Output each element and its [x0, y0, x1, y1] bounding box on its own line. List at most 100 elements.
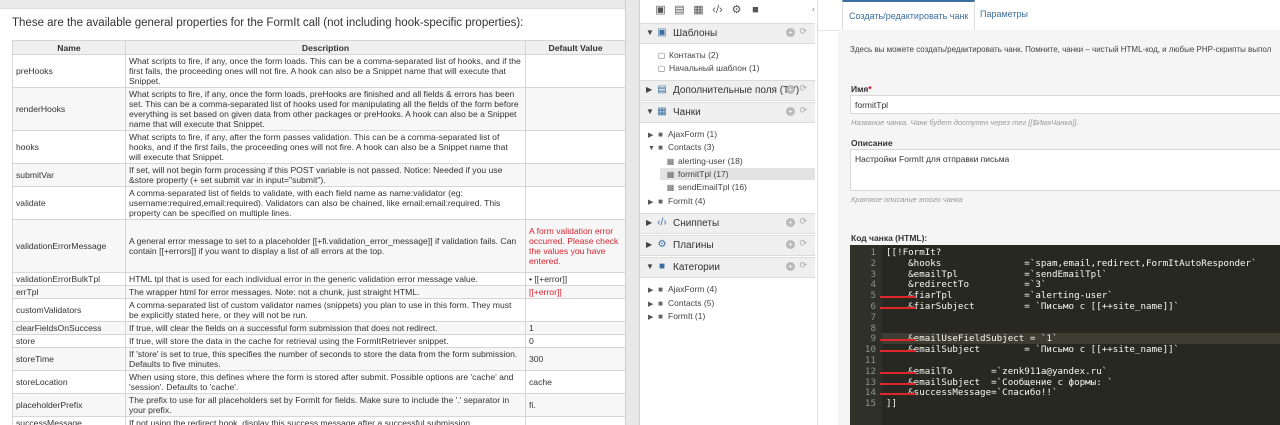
section-chunks[interactable]: ▼ ▦ Чанки + ⟳ [640, 102, 815, 123]
refresh-icon[interactable]: ⟳ [799, 238, 807, 249]
name-input[interactable]: formitTpl [850, 95, 1280, 114]
table-row: errTpl The wrapper html for error message… [12, 285, 625, 299]
red-annotation-mark [880, 371, 916, 374]
code-editor[interactable]: 1 2 3 4 5 6 7 8 9 10 11 12 13 14 15 [[!FormIt? &hooks … [850, 245, 1280, 425]
line-number: 6 [870, 301, 876, 312]
table-header-row: Name Description Default Value [12, 40, 625, 55]
section-categories[interactable]: ▼ ■ Категории + ⟳ [640, 257, 815, 278]
line-number: 5 [870, 290, 876, 302]
property-name: errTpl [12, 285, 126, 299]
template-icon: ▢ [657, 64, 666, 73]
tree-node-category[interactable]: ▶ ■ FormIt (1) [648, 310, 705, 322]
property-default: 300 [525, 347, 625, 371]
refresh-icon[interactable]: ⟳ [799, 260, 807, 271]
tab-edit-chunk[interactable]: Создать/редактировать чанк [842, 0, 976, 32]
template-icon: ▣ [657, 27, 667, 38]
tree-node-chunk[interactable]: ▦ alerting-user (18) [666, 155, 743, 167]
collapsed-arrow-icon: ▶ [648, 287, 654, 294]
line-number: 3 [870, 268, 876, 280]
property-description: A comma-separated list of custom validat… [125, 298, 526, 322]
code-line: &fiarTpl =`alerting-user` [886, 290, 1113, 302]
node-label: Начальный шаблон (1) [669, 63, 760, 73]
table-row: validationErrorBulkTpl HTML tpl that is u… [12, 272, 625, 286]
chunks-icon[interactable]: ▦ [692, 4, 705, 17]
folder-icon[interactable]: ■ [749, 4, 762, 17]
refresh-icon[interactable]: ⟳ [799, 105, 807, 116]
col-header-name: Name [12, 40, 126, 55]
tree-node-template[interactable]: ▢ Контакты (2) [657, 49, 719, 61]
tree-node-category[interactable]: ▶ ■ AjaxForm (4) [648, 283, 717, 295]
property-default: 0 [525, 334, 625, 348]
node-label: FormIt (1) [668, 311, 706, 321]
refresh-icon[interactable]: ⟳ [799, 216, 807, 227]
code-line: &emailSubject = `Письмо с [[++site_name]… [886, 344, 1180, 356]
add-icon[interactable]: + [786, 107, 795, 116]
section-label: Шаблоны [673, 28, 718, 39]
section-snippets[interactable]: ▶ ‹/› Сниппеты + ⟳ [640, 213, 815, 234]
tree-node-template[interactable]: ▢ Начальный шаблон (1) [657, 62, 760, 74]
add-icon[interactable]: + [786, 262, 795, 271]
folder-icon: ■ [658, 285, 663, 294]
tree-toolbar: ▣ ▤ ▦ ‹/› ⚙ ■ [640, 0, 815, 22]
property-description: What scripts to fire, if any, once the f… [125, 54, 526, 88]
tree-node-chunk-selected[interactable]: ▦ formitTpl (17) [660, 168, 815, 180]
table-row: placeholderPrefix The prefix to use for a… [12, 393, 625, 417]
collapsed-arrow-icon: ▶ [648, 314, 654, 321]
section-label: Сниппеты [673, 218, 720, 229]
property-name: validationErrorBulkTpl [12, 272, 126, 286]
tree-node-category[interactable]: ▼ ■ Contacts (3) [648, 141, 714, 153]
line-number: 9 [870, 333, 876, 345]
gears-icon[interactable]: ⚙ [730, 4, 743, 17]
property-name: validate [12, 186, 126, 220]
folder-icon: ■ [658, 130, 663, 139]
section-tv[interactable]: ▶ ▤ Дополнительные поля (TV) + ⟳ [640, 80, 815, 101]
code-icon[interactable]: ‹/› [711, 4, 724, 17]
add-icon[interactable]: + [786, 28, 795, 37]
add-icon[interactable]: + [786, 85, 795, 94]
panel-splitter[interactable] [625, 0, 640, 425]
section-plugins[interactable]: ▶ ⚙ Плагины + ⟳ [640, 235, 815, 256]
tree-node-category[interactable]: ▶ ■ FormIt (4) [648, 195, 705, 207]
section-templates[interactable]: ▼ ▣ Шаблоны + ⟳ [640, 23, 815, 44]
tree-node-category[interactable]: ▶ ■ Contacts (5) [648, 297, 714, 309]
template-icon[interactable]: ▣ [654, 4, 667, 17]
refresh-icon[interactable]: ⟳ [799, 83, 807, 94]
node-label: alerting-user (18) [678, 156, 743, 166]
expanded-arrow-icon: ▼ [646, 107, 654, 116]
col-header-default: Default Value [525, 40, 625, 55]
line-number: 2 [870, 257, 876, 269]
code-line: &fiarSubject = `Письмо с [[++site_name]]… [886, 301, 1180, 312]
line-number-gutter: 1 2 3 4 5 6 7 8 9 10 11 12 13 14 15 [850, 245, 882, 425]
add-icon[interactable]: + [786, 218, 795, 227]
property-description: If true, will store the data in the cach… [125, 334, 526, 348]
red-annotation-mark [880, 296, 916, 299]
property-description: The wrapper html for error messages. Not… [125, 285, 526, 299]
property-default: fi. [525, 393, 625, 417]
line-number: 12 [864, 365, 876, 377]
table-row: hooks What scripts to fire, if any, after… [12, 130, 625, 164]
name-field-label: Имя* [851, 84, 872, 94]
table-row: renderHooks What scripts to fire, if any,… [12, 87, 625, 131]
name-help-text: Название чанка. Чанк будет доступен чере… [851, 118, 1079, 127]
node-label: FormIt (4) [668, 196, 706, 206]
tree-node-category[interactable]: ▶ ■ AjaxForm (1) [648, 128, 717, 140]
red-annotation-mark [880, 350, 916, 353]
table-row: submitVar If set, will not begin form pro… [12, 163, 625, 187]
collapse-tree-icon[interactable]: ‹ [812, 4, 815, 14]
code-field-label: Код чанка (HTML): [851, 233, 928, 243]
tree-node-chunk[interactable]: ▦ sendEmailTpl (16) [666, 181, 747, 193]
docs-top-bar [0, 0, 625, 9]
add-icon[interactable]: + [786, 240, 795, 249]
chunk-icon: ▦ [666, 157, 675, 166]
node-label: AjaxForm (1) [668, 129, 718, 139]
tv-icon[interactable]: ▤ [673, 4, 686, 17]
property-default [525, 416, 625, 425]
refresh-icon[interactable]: ⟳ [799, 26, 807, 37]
property-description: What scripts to fire, if any, once the f… [125, 87, 526, 131]
tab-properties[interactable]: Параметры [974, 0, 1034, 29]
code-line: &redirectTo =`3` [886, 279, 1047, 291]
properties-table: Name Description Default Value preHooks W… [12, 40, 625, 425]
description-input[interactable]: Настройки FormIt для отправки письма [850, 149, 1280, 191]
line-number: 11 [864, 355, 876, 366]
red-annotation-mark [880, 307, 916, 309]
